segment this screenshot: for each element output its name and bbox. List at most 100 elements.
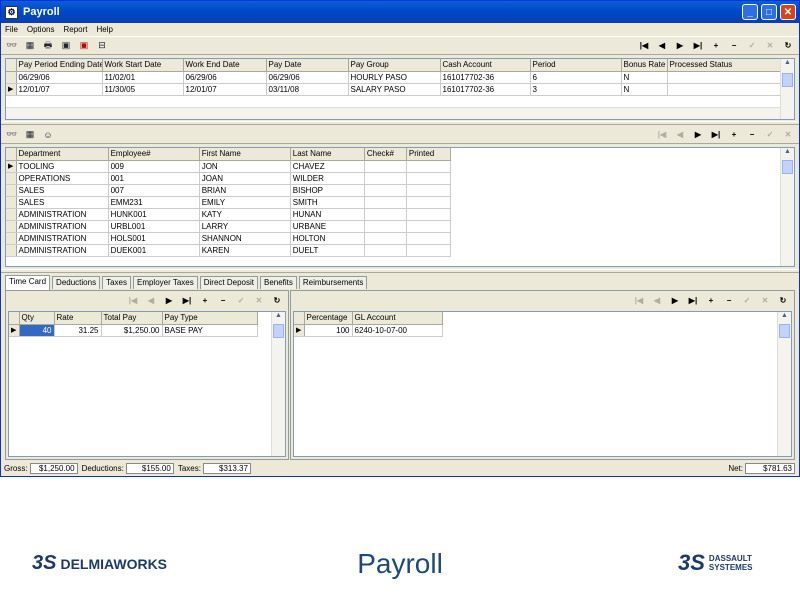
table-row[interactable]: SALES 007 BRIAN BISHOP [6,184,452,197]
tab-benefits[interactable]: Benefits [260,276,297,289]
table-cell[interactable]: URBL001 [108,220,200,233]
table-cell[interactable]: SHANNON [199,232,291,245]
column-header[interactable]: Bonus Rate [621,59,668,72]
person-icon[interactable]: ☺ [41,129,55,141]
cancel-icon[interactable]: ✕ [252,294,266,306]
post-icon[interactable]: ✓ [745,40,759,52]
column-header[interactable]: Last Name [290,148,365,161]
table-cell[interactable] [364,208,407,221]
gl-account-cell[interactable]: 6240-10-07-00 [352,324,443,337]
current-row-indicator[interactable]: ▶ [9,324,20,337]
menu-options[interactable]: Options [27,25,55,34]
table-cell[interactable]: HOLTON [290,232,365,245]
row-selector[interactable] [6,220,17,233]
cancel-icon[interactable]: ✕ [758,294,772,306]
table-cell[interactable]: DUELT [290,244,365,257]
prev-record-icon[interactable]: ◀ [144,294,158,306]
column-header[interactable]: Percentage [304,312,353,325]
refresh-icon[interactable]: ↻ [776,294,790,306]
table-cell[interactable] [364,220,407,233]
last-record-icon[interactable]: ▶| [180,294,194,306]
next-record-icon[interactable]: ▶ [668,294,682,306]
table-cell[interactable]: 12/01/07 [16,83,103,96]
cancel-icon[interactable]: ✕ [763,40,777,52]
row-selector[interactable] [6,71,17,84]
table-row[interactable]: 06/29/06 11/02/01 06/29/06 06/29/06 HOUR… [6,71,785,84]
last-record-icon[interactable]: ▶| [709,129,723,141]
add-record-icon[interactable]: + [709,40,723,52]
table-cell[interactable]: 3 [530,83,622,96]
last-record-icon[interactable]: ▶| [686,294,700,306]
vertical-scrollbar[interactable]: ▲ [777,312,791,456]
table-cell[interactable]: SALARY PASO [348,83,441,96]
table-cell[interactable] [406,232,452,245]
row-selector[interactable] [6,196,17,209]
first-record-icon[interactable]: |◀ [632,294,646,306]
column-header[interactable]: Cash Account [440,59,531,72]
table-cell[interactable]: TOOLING [16,160,109,173]
column-header[interactable]: Check# [364,148,407,161]
rate-cell[interactable]: 31.25 [54,324,102,337]
table-cell[interactable]: ADMINISTRATION [16,208,109,221]
table-cell[interactable]: N [621,83,668,96]
refresh-icon[interactable]: ↻ [270,294,284,306]
table-cell[interactable]: SALES [16,196,109,209]
row-selector[interactable] [6,232,17,245]
delete-record-icon[interactable]: − [745,129,759,141]
save-icon[interactable]: ▣ [59,40,73,52]
column-header[interactable]: Department [16,148,109,161]
table-cell[interactable]: HUNK001 [108,208,200,221]
table-row[interactable]: SALES EMM231 EMILY SMITH [6,196,452,209]
last-record-icon[interactable]: ▶| [691,40,705,52]
table-cell[interactable]: EMM231 [108,196,200,209]
tab-time-card[interactable]: Time Card [5,275,51,290]
column-header[interactable]: Pay Type [162,312,258,325]
table-cell[interactable]: JOAN [199,172,291,185]
first-record-icon[interactable]: |◀ [655,129,669,141]
table-cell[interactable]: 06/29/06 [266,71,349,84]
tab-taxes[interactable]: Taxes [102,276,131,289]
row-selector[interactable] [6,184,17,197]
table-cell[interactable] [406,208,452,221]
calculator-icon[interactable]: ▦ [23,129,37,141]
table-cell[interactable] [667,71,785,84]
print-icon[interactable]: 🖶 [41,40,55,52]
prev-record-icon[interactable]: ◀ [655,40,669,52]
current-row-indicator[interactable]: ▶ [6,83,17,96]
table-cell[interactable]: HUNAN [290,208,365,221]
column-header[interactable]: Pay Date [266,59,349,72]
table-cell[interactable]: HOURLY PASO [348,71,441,84]
table-cell[interactable]: EMILY [199,196,291,209]
table-row[interactable]: ADMINISTRATION DUEK001 KAREN DUELT [6,244,452,257]
table-cell[interactable]: HOLS001 [108,232,200,245]
table-row[interactable]: ADMINISTRATION HOLS001 SHANNON HOLTON [6,232,452,245]
table-cell[interactable]: 007 [108,184,200,197]
splitter[interactable] [1,269,799,273]
table-row[interactable]: ▶ TOOLING 009 JON CHAVEZ [6,160,452,173]
table-row[interactable]: ▶ 40 31.25 $1,250.00 BASE PAY [9,324,258,337]
splitter[interactable] [1,121,799,125]
post-icon[interactable]: ✓ [740,294,754,306]
column-header[interactable]: First Name [199,148,291,161]
current-row-indicator[interactable]: ▶ [294,324,305,337]
current-row-indicator[interactable]: ▶ [6,160,17,173]
tab-reimbursements[interactable]: Reimbursements [298,276,368,289]
table-cell[interactable]: KAREN [199,244,291,257]
minimize-button[interactable]: _ [742,4,758,20]
table-row[interactable]: ADMINISTRATION HUNK001 KATY HUNAN [6,208,452,221]
pay-type-cell[interactable]: BASE PAY [162,324,258,337]
table-cell[interactable]: ADMINISTRATION [16,244,109,257]
qty-cell[interactable]: 40 [19,324,55,337]
table-cell[interactable]: SALES [16,184,109,197]
table-cell[interactable] [406,196,452,209]
table-cell[interactable] [364,172,407,185]
delete-record-icon[interactable]: − [216,294,230,306]
table-cell[interactable]: LARRY [199,220,291,233]
total-pay-cell[interactable]: $1,250.00 [101,324,163,337]
delete-record-icon[interactable]: − [727,40,741,52]
row-selector[interactable] [6,172,17,185]
table-row[interactable]: ▶ 100 6240-10-07-00 [294,324,443,337]
prev-record-icon[interactable]: ◀ [650,294,664,306]
column-header[interactable]: Pay Period Ending Date [16,59,103,72]
table-cell[interactable] [364,184,407,197]
